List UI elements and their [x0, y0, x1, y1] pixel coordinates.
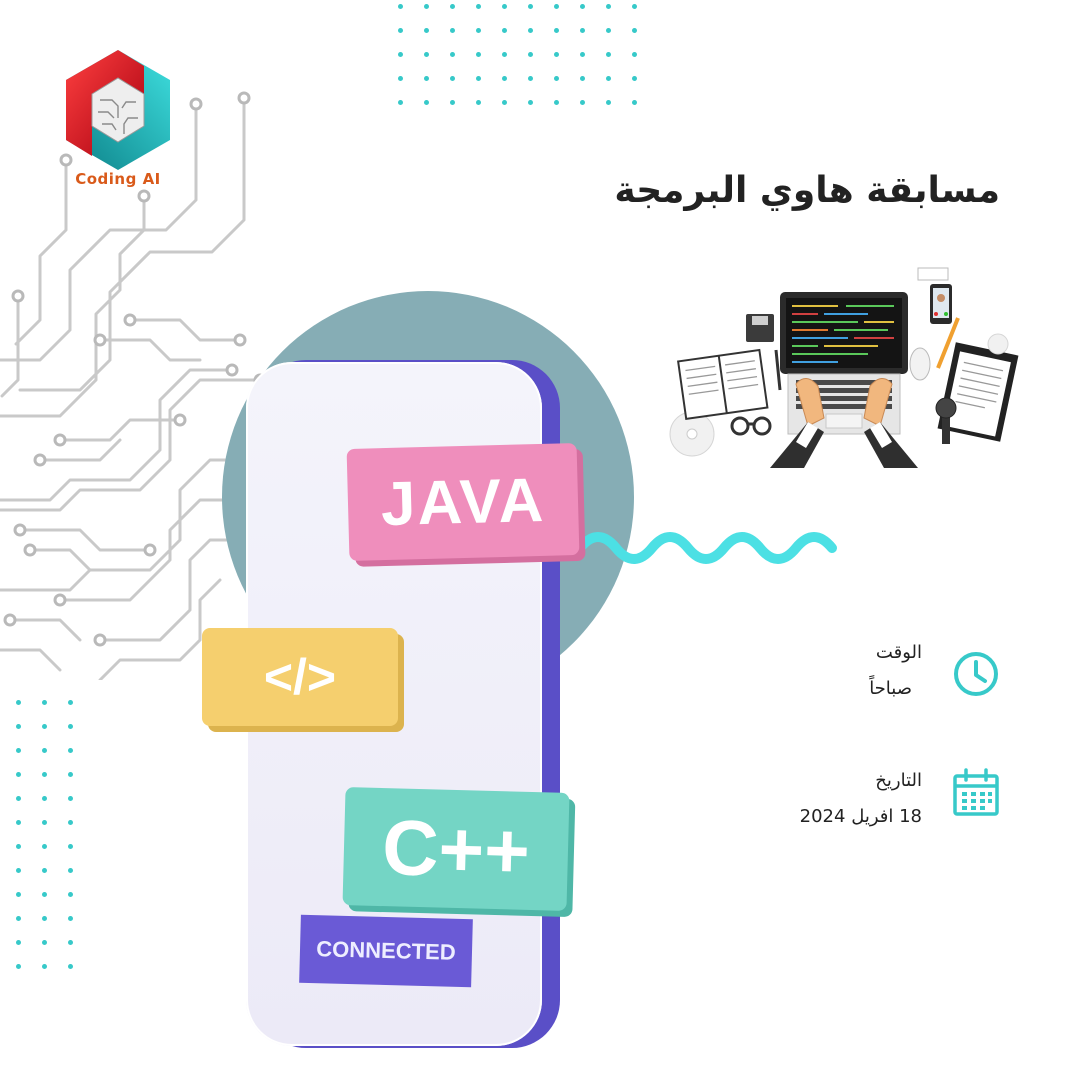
date-label: التاريخ: [875, 770, 922, 791]
connected-badge: CONNECTED: [299, 914, 473, 988]
java-chip: JAVA: [346, 443, 580, 561]
dot-grid-top: [398, 4, 638, 108]
date-value: 18 افريل 2024: [799, 806, 922, 827]
logo-icon: [66, 50, 170, 170]
wave-decoration: [575, 532, 837, 564]
code-tag-chip: </>: [202, 628, 398, 726]
laptop-workspace-illustration: [669, 267, 1019, 468]
logo-text: Coding AI: [75, 170, 161, 188]
clock-icon: [954, 652, 998, 696]
dot-grid-bottom: [16, 700, 76, 980]
calendar-icon: [953, 768, 999, 816]
page-title: مسابقة هاوي البرمجة: [614, 170, 1000, 211]
time-label: الوقت: [875, 642, 922, 663]
time-value: صباحاً: [869, 678, 912, 699]
cpp-chip: C++: [342, 787, 570, 911]
